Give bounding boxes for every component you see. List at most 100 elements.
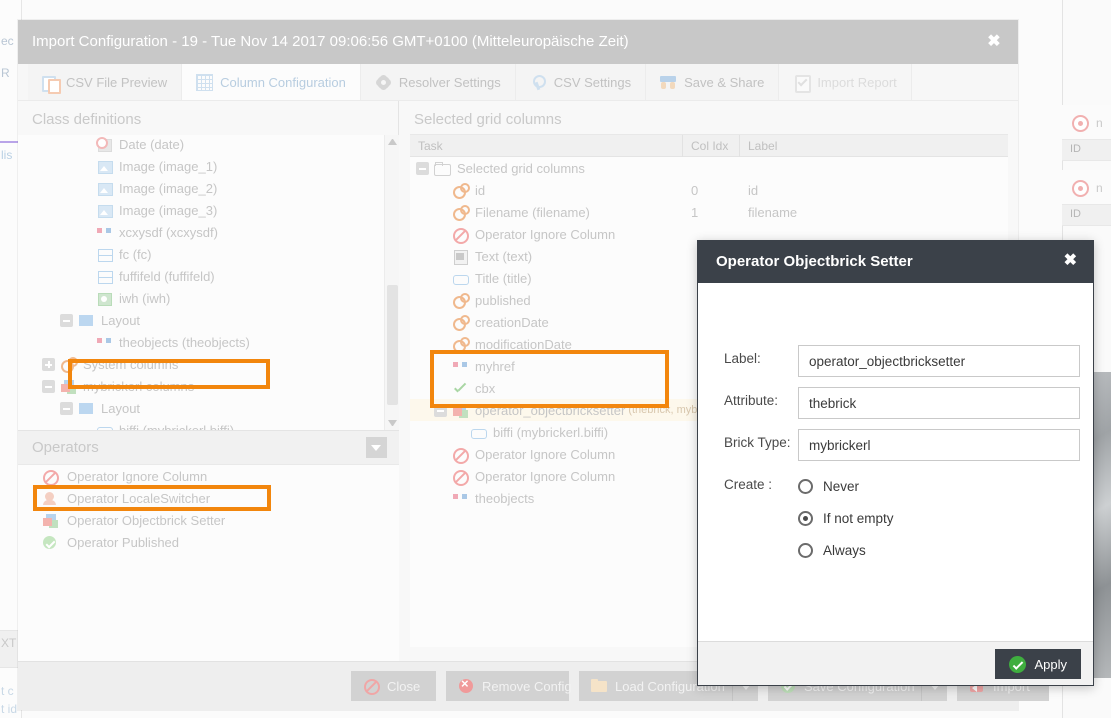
tab-import-report: Import Report [779,64,912,100]
fieldset-icon [96,269,113,284]
attribute-input[interactable] [798,387,1080,419]
collapse-icon[interactable] [42,379,55,393]
class-tree-row[interactable]: System columns [18,353,399,375]
class-tree-row[interactable]: theobjects (theobjects) [18,331,399,353]
ban-icon [452,227,469,244]
background-card-name-1: n [1096,181,1103,195]
class-tree-row[interactable]: mybrickerl columns [18,375,399,397]
create-option-never-label[interactable]: Never [823,479,859,494]
class-tree-row[interactable]: Date (date) [18,135,399,155]
tab-label: CSV Settings [553,74,632,90]
collapse-icon[interactable] [60,401,73,415]
close-button[interactable]: Close [351,671,436,701]
radio-icon-if-not-empty[interactable] [798,511,813,526]
tab-bar: CSV File Preview Column Configuration Reso… [18,64,1018,101]
folder-icon [434,161,451,176]
class-tree-row[interactable]: fuffifeld (fuffifeld) [18,265,399,287]
close-icon[interactable]: ✖ [984,32,1004,52]
class-tree-row[interactable]: Layout [18,309,399,331]
class-tree-row-label: fuffifeld (fuffifeld) [119,268,215,284]
collapse-icon[interactable] [434,403,447,417]
class-tree-row[interactable]: Image (image_3) [18,199,399,221]
tab-resolver-settings[interactable]: Resolver Settings [360,64,516,100]
scroll-up-icon[interactable] [388,139,397,145]
wrench-icon [530,74,547,91]
create-option-always[interactable]: Always [798,543,866,558]
scroll-down-icon[interactable] [388,420,397,426]
class-tree-row[interactable]: Layout [18,397,399,419]
brick-icon [42,513,59,528]
tab-save-share[interactable]: Save & Share [646,64,780,100]
grid-tree-row-task: creationDate [475,314,549,330]
remove-config-button[interactable]: Remove Config [446,671,572,701]
radio-icon-never[interactable] [798,479,813,494]
grid-header-col-idx[interactable]: Col Idx [691,139,728,153]
expand-icon[interactable] [42,357,55,371]
class-tree-row[interactable]: Image (image_2) [18,177,399,199]
toolbar-button-label: Remove Config [482,678,572,694]
date-icon [96,136,113,152]
gear-small-icon [452,336,470,353]
ban-icon [452,469,469,486]
radio-icon-always[interactable] [798,543,813,558]
record-icon [1072,115,1089,132]
grid-tree-row-task: Operator Ignore Column [475,226,616,242]
create-option-if-not-empty[interactable]: If not empty [798,511,894,526]
class-tree-row[interactable]: fc (fc) [18,243,399,265]
class-tree-row-label: Image (image_3) [119,202,218,218]
brick-type-input[interactable] [798,429,1080,461]
window-titlebar: Import Configuration - 19 - Tue Nov 14 2… [18,20,1018,64]
operator-objectbrick-setter-dialog: Operator Objectbrick Setter ✖ Label: Att… [697,240,1094,686]
class-tree-scrollbar[interactable] [384,135,399,430]
tab-csv-settings[interactable]: CSV Settings [515,64,647,100]
brick-icon [60,379,77,394]
grid-tree-row[interactable]: Filename (filename) 1 filename [410,201,1008,223]
tab-csv-file-preview[interactable]: CSV File Preview [28,64,183,100]
background-bottom-text-2: t id [1,702,18,716]
operator-list-item[interactable]: Operator Published [18,531,399,553]
close-icon[interactable]: ✖ [1064,252,1077,270]
grid-header-label[interactable]: Label [748,139,777,153]
create-option-if-not-empty-label[interactable]: If not empty [823,511,894,526]
grid-tree-row-task: biffi (mybrickerl.biffi) [493,424,609,440]
gear-small-icon [452,182,470,199]
scrollbar-thumb[interactable] [387,285,398,405]
operator-list-item[interactable]: Operator LocaleSwitcher [18,487,399,509]
tab-column-configuration[interactable]: Column Configuration [182,64,361,100]
iwh-icon [96,291,113,306]
close-circle-icon [363,678,380,695]
check-circle-icon [1009,655,1027,673]
class-tree-row[interactable]: Image (image_1) [18,155,399,177]
label-input[interactable] [798,345,1080,377]
grid-tree-row[interactable]: Selected grid columns [410,157,1008,179]
operator-list-item[interactable]: Operator Ignore Column [18,465,399,487]
collapse-icon[interactable] [60,313,73,327]
class-tree-row[interactable]: xcxysdf (xcxysdf) [18,221,399,243]
background-bottom-text-0: XT [1,636,17,650]
class-tree-row-label: biffi (mybrickerl.biffi) [119,422,235,431]
relation-icon [96,335,113,350]
background-bottom-text-1: t c [1,684,14,698]
class-tree-row-label: System columns [83,356,179,372]
class-tree-row-label: theobjects (theobjects) [119,334,250,350]
background-card-id-label-1: ID [1070,208,1081,220]
class-tree-row[interactable]: biffi (mybrickerl.biffi) [18,419,399,430]
grid-tree-row[interactable]: id 0 id [410,179,1008,201]
tab-label: Save & Share [684,74,765,90]
apply-button[interactable]: Apply [995,649,1081,679]
create-option-always-label[interactable]: Always [823,543,866,558]
published-icon [42,535,59,550]
dialog-footer: Apply [698,641,1093,685]
grid-tree-row-task: Filename (filename) [475,204,590,220]
background-left-text-2: lis [1,148,13,162]
class-tree-row-label: xcxysdf (xcxysdf) [119,224,218,240]
class-tree-row[interactable]: iwh (iwh) [18,287,399,309]
create-option-never[interactable]: Never [798,479,859,494]
collapse-icon[interactable] [416,161,429,175]
operator-list-item[interactable]: Operator Objectbrick Setter [18,509,399,531]
gear-small-icon [452,204,470,221]
ban-icon [42,469,59,486]
gear-small-icon [452,292,470,309]
grid-header-task[interactable]: Task [418,139,443,153]
chevron-down-icon[interactable] [366,437,387,458]
